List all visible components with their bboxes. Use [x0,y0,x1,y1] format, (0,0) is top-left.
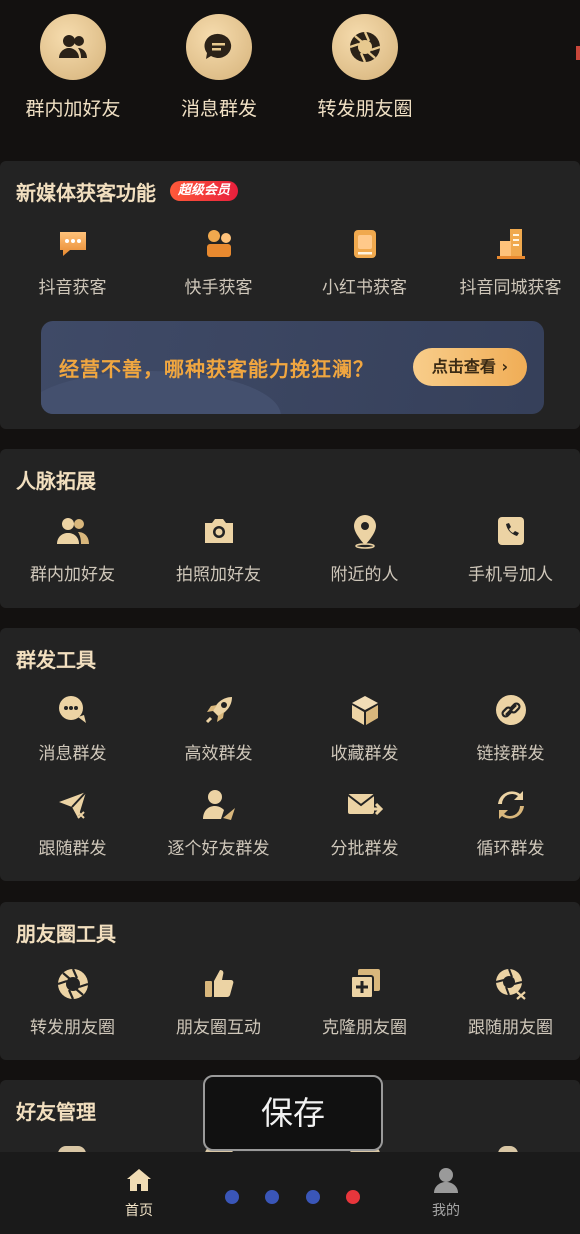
grid-item-favorites-broadcast[interactable]: 收藏群发 [292,691,437,764]
grid-item-label: 群内加好友 [30,565,115,585]
vip-badge: 超级会员 [170,181,239,201]
group-friends-icon [40,14,106,80]
grid-item-fast-broadcast[interactable]: 高效群发 [146,691,291,764]
grid-item-photo-add[interactable]: 拍照加好友 [146,512,291,585]
grid-item-nearby[interactable]: 附近的人 [292,512,437,585]
aperture-icon [54,965,92,1003]
location-pin-icon [346,512,384,550]
top-item-group-add[interactable]: 群内加好友 [0,14,146,121]
section-title: 人脉拓展 [16,469,96,493]
grid-item-cycle-broadcast[interactable]: 循环群发 [438,786,580,859]
tab-label: 首页 [125,1203,153,1219]
camera-icon [200,512,238,550]
page-dot-active[interactable] [346,1190,360,1204]
grid-item-label: 朋友圈互动 [176,1018,261,1038]
grid-item-follow-moments[interactable]: 跟随朋友圈 [438,965,580,1038]
grid-item-label: 抖音同城获客 [459,278,562,298]
broadcast-section: 群发工具 消息群发 高效群发 收藏群发 链接群发 跟随群发 逐个好友群发 分批群… [0,628,580,881]
top-item-label: 消息群发 [180,98,257,120]
grid-item-label: 附近的人 [330,565,399,585]
grid-item-label: 克隆朋友圈 [322,1018,407,1038]
group-friends-icon [54,512,92,550]
section-title: 朋友圈工具 [16,922,116,946]
new-media-section: 新媒体获客功能 超级会员 抖音获客 快手获客 小红书获客 抖音同城获客 经营不善… [0,161,580,429]
section-title: 新媒体获客功能 [16,181,156,205]
promo-banner[interactable]: 经营不善，哪种获客能力挽狂澜？ 点击查看 › [41,321,544,414]
box-icon [346,691,384,729]
grid-item-douyin[interactable]: 抖音获客 [0,225,145,298]
grid-item-label: 高效群发 [184,744,253,764]
grid-item-label: 小红书获客 [322,278,407,298]
bottom-tab-bar: 首页 我的 [0,1152,580,1234]
phone-icon [492,512,530,550]
section-title: 好友管理 [16,1100,96,1124]
grid-item-xiaohongshu[interactable]: 小红书获客 [292,225,437,298]
rocket-icon [200,691,238,729]
chat-bubble-icon [54,225,92,263]
top-item-label: 群内加好友 [25,98,121,120]
cycle-icon [492,786,530,824]
banner-text: 经营不善，哪种获客能力挽狂澜？ [59,357,374,381]
grid-item-label: 循环群发 [476,839,545,859]
section-title: 群发工具 [16,648,96,672]
camera-user-icon [200,225,238,263]
user-icon [416,1166,476,1198]
user-send-icon [200,786,238,824]
grid-item-phone-add[interactable]: 手机号加人 [438,512,580,585]
clone-icon [346,965,384,1003]
top-item-label: 转发朋友圈 [317,98,413,120]
link-icon [492,691,530,729]
top-item-message-broadcast[interactable]: 消息群发 [146,14,292,121]
book-icon [346,225,384,263]
grid-item-group-add[interactable]: 群内加好友 [0,512,145,585]
grid-item-label: 手机号加人 [468,565,553,585]
grid-item-one-by-one-broadcast[interactable]: 逐个好友群发 [146,786,291,859]
top-quick-actions: 群内加好友 消息群发 转发朋友圈 [0,0,580,140]
buildings-icon [492,225,530,263]
grid-item-label: 跟随朋友圈 [468,1018,553,1038]
grid-item-label: 抖音获客 [38,278,107,298]
grid-item-label: 跟随群发 [38,839,107,859]
grid-item-message-broadcast[interactable]: 消息群发 [0,691,145,764]
aperture-icon [332,14,398,80]
grid-item-label: 链接群发 [476,744,545,764]
grid-item-label: 转发朋友圈 [30,1018,115,1038]
page-dot[interactable] [306,1190,320,1204]
grid-item-moments-interact[interactable]: 朋友圈互动 [146,965,291,1038]
grid-item-label: 逐个好友群发 [167,839,270,859]
mail-forward-icon [346,786,384,824]
grid-item-label: 分批群发 [330,839,399,859]
grid-item-follow-broadcast[interactable]: 跟随群发 [0,786,145,859]
top-item-forward-moments[interactable]: 转发朋友圈 [292,14,438,121]
grid-item-label: 快手获客 [184,278,253,298]
page-dot[interactable] [225,1190,239,1204]
thumbs-up-icon [200,965,238,1003]
grid-item-clone-moments[interactable]: 克隆朋友圈 [292,965,437,1038]
grid-item-kuaishou[interactable]: 快手获客 [146,225,291,298]
moments-section: 朋友圈工具 转发朋友圈 朋友圈互动 克隆朋友圈 跟随朋友圈 [0,902,580,1060]
chevron-right-icon: › [501,357,509,376]
grid-item-label: 消息群发 [38,744,107,764]
banner-view-button[interactable]: 点击查看 › [413,348,527,386]
grid-item-douyin-local[interactable]: 抖音同城获客 [438,225,580,298]
grid-item-forward-moments[interactable]: 转发朋友圈 [0,965,145,1038]
tab-mine[interactable]: 我的 [416,1166,476,1220]
grid-item-link-broadcast[interactable]: 链接群发 [438,691,580,764]
home-icon [109,1166,169,1198]
page-dot[interactable] [265,1190,279,1204]
save-toast: 保存 [203,1075,383,1151]
edge-indicator [576,46,580,60]
paper-plane-icon [54,786,92,824]
chat-dots-icon [54,691,92,729]
tab-label: 我的 [432,1203,460,1219]
banner-button-label: 点击查看 [431,357,496,376]
grid-item-label: 收藏群发 [330,744,399,764]
grid-item-batch-broadcast[interactable]: 分批群发 [292,786,437,859]
message-icon [186,14,252,80]
grid-item-label: 拍照加好友 [176,565,261,585]
tab-home[interactable]: 首页 [109,1166,169,1220]
aperture-shuffle-icon [492,965,530,1003]
network-section: 人脉拓展 群内加好友 拍照加好友 附近的人 手机号加人 [0,449,580,608]
